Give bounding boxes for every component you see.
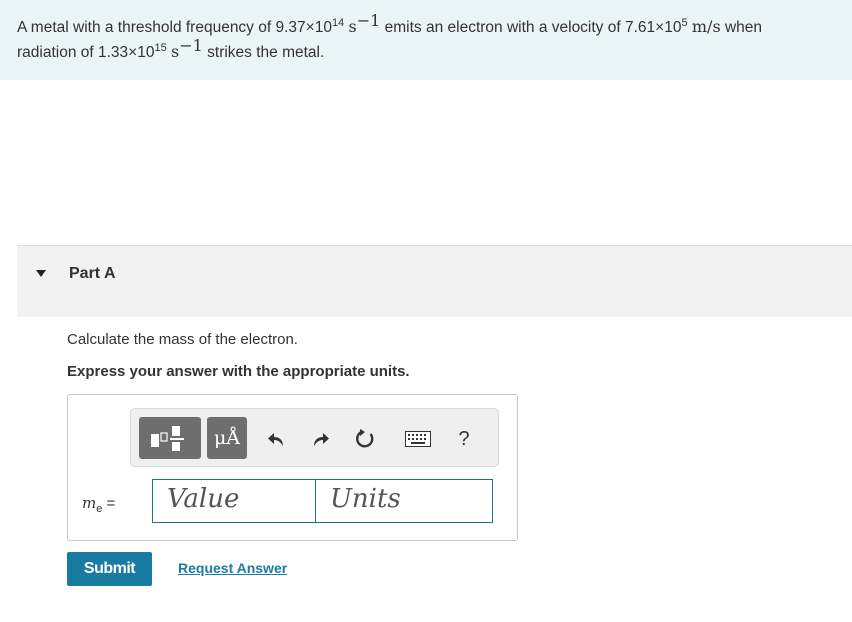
- units-icon[interactable]: μÅ: [207, 417, 247, 459]
- unit: m/s: [691, 17, 721, 36]
- templates-icon[interactable]: [139, 417, 201, 459]
- problem-text-part: radiation of 1.33×10: [17, 44, 155, 61]
- exponent: 14: [331, 17, 345, 29]
- value-placeholder: Value: [167, 484, 240, 514]
- value-input[interactable]: Value: [152, 479, 334, 523]
- variable-label: me =: [82, 494, 115, 515]
- units-placeholder: Units: [330, 484, 401, 514]
- collapse-caret-icon[interactable]: [36, 270, 46, 277]
- equals-sign: =: [106, 495, 116, 512]
- problem-text: A metal with a threshold frequency of 9.…: [17, 13, 837, 65]
- keyboard-icon[interactable]: [403, 426, 433, 452]
- part-title: Part A: [69, 265, 116, 282]
- question-text: Calculate the mass of the electron.: [67, 331, 298, 348]
- problem-text-part: A metal with a threshold frequency of 9.…: [17, 19, 332, 36]
- submit-button[interactable]: Submit: [67, 552, 152, 586]
- exponent: 15: [154, 42, 167, 54]
- problem-statement: A metal with a threshold frequency of 9.…: [0, 0, 852, 80]
- exponent: −1: [179, 36, 203, 55]
- help-icon[interactable]: ?: [451, 426, 477, 452]
- units-input[interactable]: Units: [315, 479, 493, 523]
- math-toolbar: μÅ ?: [130, 408, 499, 467]
- reset-icon[interactable]: [352, 426, 378, 452]
- undo-icon[interactable]: [264, 426, 290, 452]
- problem-text-part: when: [720, 19, 763, 36]
- instruction-text: Express your answer with the appropriate…: [67, 363, 410, 380]
- answer-box: μÅ ? me = Value Units: [67, 394, 518, 541]
- problem-text-part: emits an electron with a velocity of 7.6…: [380, 19, 682, 36]
- part-a-header[interactable]: Part A: [17, 245, 852, 317]
- request-answer-link[interactable]: Request Answer: [178, 560, 287, 576]
- variable-symbol: m: [82, 494, 97, 512]
- unit: s: [348, 17, 357, 36]
- exponent: −1: [356, 11, 381, 30]
- redo-icon[interactable]: [307, 426, 333, 452]
- variable-subscript: e: [96, 503, 103, 515]
- exponent: 5: [681, 17, 688, 29]
- problem-text-part: strikes the metal.: [202, 44, 325, 61]
